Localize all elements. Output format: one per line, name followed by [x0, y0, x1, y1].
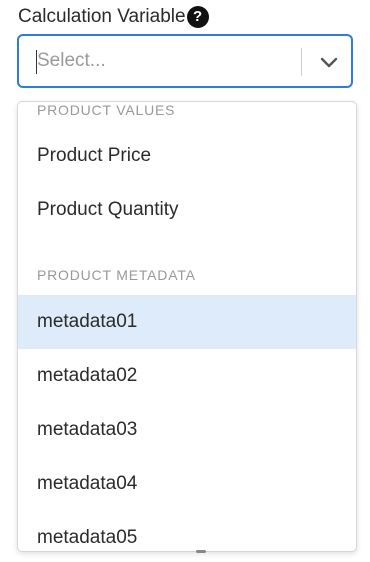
- select-placeholder: Select...: [37, 50, 106, 71]
- field-label-row: Calculation Variable ?: [18, 6, 209, 28]
- option-metadata05[interactable]: metadata05: [18, 511, 356, 551]
- option-metadata04[interactable]: metadata04: [18, 457, 356, 511]
- group-header-product-values: PRODUCT VALUES: [37, 102, 176, 118]
- option-metadata01[interactable]: metadata01: [18, 295, 356, 349]
- option-metadata02[interactable]: metadata02: [18, 349, 356, 403]
- calculation-variable-select[interactable]: Select...: [17, 34, 353, 88]
- indicator-separator: [301, 48, 302, 76]
- dropdown-menu: PRODUCT VALUES Product Price Product Qua…: [17, 101, 357, 552]
- option-product-price[interactable]: Product Price: [18, 129, 356, 183]
- chevron-down-icon[interactable]: [317, 50, 341, 74]
- obscured-content-fragment: [196, 550, 206, 553]
- text-cursor: [36, 50, 37, 74]
- question-circle-icon[interactable]: ?: [186, 6, 209, 28]
- option-metadata03[interactable]: metadata03: [18, 403, 356, 457]
- group-header-product-metadata: PRODUCT METADATA: [37, 267, 196, 283]
- option-product-quantity[interactable]: Product Quantity: [18, 183, 356, 237]
- field-label: Calculation Variable: [18, 6, 186, 27]
- calculation-variable-field: Calculation Variable ? Select... PRODUCT…: [0, 0, 370, 562]
